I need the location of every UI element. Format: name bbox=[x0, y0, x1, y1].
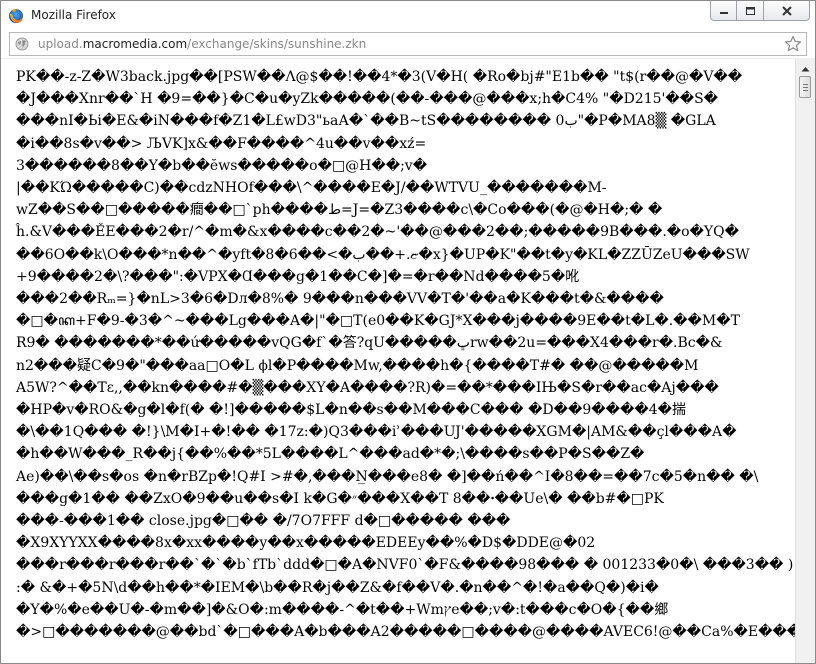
text-line: ���r���r���r��`�`�b`fTb`ddd�□�A�NVF0`�F&… bbox=[16, 557, 794, 574]
text-line: A5W?^��Tɛ,,��kn����#�▒���XY�A����?R)�=��… bbox=[16, 379, 719, 396]
address-bar[interactable]: upload.macromedia.com/exchange/skins/sun… bbox=[9, 32, 807, 56]
maximize-icon bbox=[745, 6, 755, 15]
text-line: wZ��S��□�����癎��□`ph����ط=J=�Z3����c\�Co… bbox=[16, 202, 663, 219]
browser-window: Mozilla Firefox upload.macromedia.com/ex… bbox=[0, 0, 816, 664]
vertical-scrollbar[interactable] bbox=[795, 59, 815, 663]
text-line: ���-���1�� close.jpg�□�� �/7O7FFF d�□���… bbox=[16, 513, 511, 530]
scrollbar-thumb[interactable] bbox=[799, 76, 811, 98]
minimize-icon bbox=[719, 11, 728, 14]
text-line: ���g�1�� ��ZxO�9��u��s�I k�G�״���X��T 8�… bbox=[16, 490, 664, 507]
grip-line bbox=[803, 84, 808, 85]
text-line: n2���疑C�9�"���aa□O�L ϕl�P����Mw,����h�{�… bbox=[16, 357, 699, 374]
text-line: R9� �������*��ứ�����vQG�f`�答?qU�����ڀrw�… bbox=[16, 335, 723, 352]
text-line: �HP�v�RO&�g�l�f(� �!]�����$L�n��s��M���C… bbox=[16, 402, 686, 419]
raw-file-text: PK��-z-Z�W3back.jpg��[PSW��Λ@$��!��4*�3(… bbox=[1, 59, 795, 643]
scroll-up-button[interactable] bbox=[798, 61, 813, 76]
text-line: 3������8��Y�b��ӗws�����o�□@H��;v� bbox=[16, 157, 428, 174]
grip-line bbox=[803, 87, 808, 88]
firefox-logo-icon bbox=[9, 8, 24, 23]
text-line: �\��1Q��� �!}\M�I+�!�� �17z:�)Q3���iʾ���… bbox=[16, 424, 737, 441]
text-line: �J���Xnr��`H �9=��}�C�u�yZk�����(��-���@… bbox=[16, 91, 719, 108]
text-line: ���nI�Ьi�E&�iN���f�Z1�L£wD3"ьаА�`��B~tS�… bbox=[16, 113, 716, 130]
navigation-bar: upload.macromedia.com/exchange/skins/sun… bbox=[1, 31, 815, 58]
url-prefix: upload. bbox=[38, 37, 83, 51]
text-line: |��KΏ�����C)��cdzNHOf���\^����E�J/��WTVU… bbox=[16, 180, 607, 197]
text-line: +9����2�\?���":�VPX�Ɑ���g�1��C�]�=�r��Nd… bbox=[16, 268, 580, 285]
text-line: ĥ.&V���ĚE���2�r/^�m�&x����c��2�~'��@���2… bbox=[16, 224, 739, 241]
text-line: �□�ꦏ+F�9-�3�^~���Lg���A�|"�□T(e0��K�GJ*X… bbox=[16, 313, 740, 330]
text-line: �>□�������@��bd`�□���A�b���A2�����□����@… bbox=[16, 624, 795, 641]
text-line: Ae)��\��s�os �n�rBZp�!Q#I >#�,���N̲���e8… bbox=[16, 468, 759, 485]
text-line: :� &�+�5N\d��h��*�IEM�\b��R�j��Z&�f��V�.… bbox=[16, 579, 659, 596]
text-line: �i��8s�v��> ЉVK]x&��F����^4u��v��xź= bbox=[16, 135, 427, 152]
title-bar[interactable]: Mozilla Firefox bbox=[1, 1, 815, 31]
url-path: /exchange/skins/sunshine.zkn bbox=[187, 37, 367, 51]
close-icon bbox=[781, 5, 792, 16]
text-line: ��6O��k\O���*n��^�yft�8�6��<�ޏ.+��ب�x}�U… bbox=[16, 246, 750, 263]
text-line: �h��W���_R��j{��%��*5L����L^���ad�*�;\��… bbox=[16, 446, 645, 463]
text-line: ���2��Rₘ=}�nL>3�6�Dл�8%� 9���n���VV�T�'�… bbox=[16, 291, 664, 308]
url-text: upload.macromedia.com/exchange/skins/sun… bbox=[38, 37, 366, 51]
url-domain: macromedia.com bbox=[82, 37, 188, 51]
minimize-button[interactable] bbox=[710, 1, 737, 21]
text-line: �Y�%�e��U�-�m��]�&O�:m����-^�t��+Wmץe��;… bbox=[16, 601, 669, 618]
maximize-button[interactable] bbox=[737, 1, 764, 21]
window-title: Mozilla Firefox bbox=[31, 8, 116, 22]
grip-line bbox=[803, 90, 808, 91]
page-content[interactable]: PK��-z-Z�W3back.jpg��[PSW��Λ@$��!��4*�3(… bbox=[1, 59, 795, 663]
chevron-up-icon bbox=[801, 66, 810, 71]
text-line: �X9XYYXX����8x�xx����y��x�����EDEEy��%�D… bbox=[16, 535, 596, 552]
text-line: PK��-z-Z�W3back.jpg��[PSW��Λ@$��!��4*�3(… bbox=[16, 69, 743, 85]
globe-icon bbox=[15, 37, 29, 51]
window-controls bbox=[710, 1, 810, 22]
star-icon[interactable] bbox=[783, 34, 803, 54]
close-button[interactable] bbox=[764, 1, 810, 21]
